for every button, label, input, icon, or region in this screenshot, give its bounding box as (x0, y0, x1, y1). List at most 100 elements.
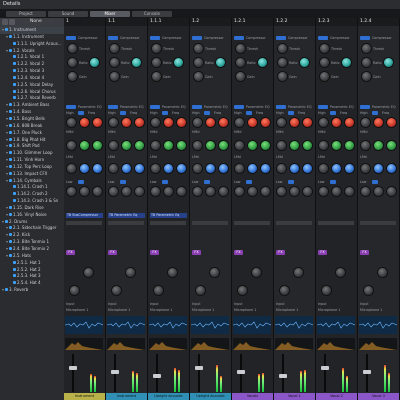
eq-low-freq-knob[interactable] (206, 187, 215, 196)
add-insert-button[interactable] (234, 221, 270, 225)
eq-high-q-knob[interactable] (387, 118, 396, 127)
channel-name[interactable]: Instrument (106, 393, 147, 400)
send-knob[interactable] (126, 268, 135, 277)
eq-lomid-freq-knob[interactable] (164, 164, 173, 173)
comp-ratio-knob[interactable] (236, 58, 245, 67)
sidebar-item[interactable]: ▾ 1.1. Instrument (0, 34, 64, 41)
eq-toggle[interactable] (192, 105, 202, 109)
eq-low-enable[interactable] (78, 180, 84, 184)
volume-fader-handle[interactable] (363, 370, 371, 374)
volume-fader-handle[interactable] (237, 370, 245, 374)
eq-low-enable[interactable] (204, 180, 210, 184)
eq-lomid-q-knob[interactable] (345, 164, 354, 173)
eq-high-q-knob[interactable] (303, 118, 312, 127)
volume-fader-track[interactable] (156, 354, 158, 392)
eq-high-freq-knob[interactable] (374, 118, 383, 127)
comp-ratio-knob[interactable] (278, 58, 287, 67)
comp-mix-knob[interactable] (174, 58, 183, 67)
input-source-select[interactable]: Microphone 1 (192, 308, 214, 312)
eq-himid-gain-knob[interactable] (193, 141, 202, 150)
pan-knob[interactable] (280, 286, 289, 295)
comp-threshold-knob[interactable] (194, 44, 203, 53)
eq-high-q-knob[interactable] (93, 118, 102, 127)
comp-gain-knob[interactable] (236, 72, 245, 81)
eq-himid-q-knob[interactable] (345, 141, 354, 150)
volume-fader-handle[interactable] (69, 366, 77, 370)
eq-low-gain-knob[interactable] (361, 187, 370, 196)
comp-mix-knob[interactable] (342, 58, 351, 67)
compressor-toggle[interactable] (318, 36, 328, 40)
eq-low-q-knob[interactable] (303, 187, 312, 196)
eq-lomid-gain-knob[interactable] (67, 164, 76, 173)
comp-gain-knob[interactable] (152, 72, 161, 81)
eq-low-enable[interactable] (330, 180, 336, 184)
eq-low-enable[interactable] (120, 180, 126, 184)
pan-knob[interactable] (112, 286, 121, 295)
eq-high-freq-knob[interactable] (206, 118, 215, 127)
sidebar-item[interactable]: ▾ 2.2. Kick (0, 232, 64, 239)
channel-name[interactable]: Instrument (64, 393, 105, 400)
volume-fader-handle[interactable] (195, 366, 203, 370)
eq-himid-gain-knob[interactable] (319, 141, 328, 150)
add-insert-button[interactable] (318, 221, 354, 225)
sidebar-item[interactable]: 1.14.1. Crash 1 (0, 184, 64, 191)
volume-fader-handle[interactable] (279, 374, 287, 378)
eq-lomid-q-knob[interactable] (387, 164, 396, 173)
eq-lomid-freq-knob[interactable] (206, 164, 215, 173)
send-knob[interactable] (336, 268, 345, 277)
sidebar-item[interactable]: ▾ 1.16. Vinyl Noise (0, 212, 64, 219)
sidebar-item[interactable]: 1.2.7. Vocal Reverb (0, 95, 64, 102)
eq-toggle[interactable] (150, 105, 160, 109)
tab-console[interactable]: Console (132, 11, 172, 17)
input-source-select[interactable]: Microphone 1 (234, 308, 256, 312)
eq-low-freq-knob[interactable] (248, 187, 257, 196)
send-knob[interactable] (294, 268, 303, 277)
eq-high-freq-knob[interactable] (164, 118, 173, 127)
eq-himid-gain-knob[interactable] (151, 141, 160, 150)
eq-himid-q-knob[interactable] (135, 141, 144, 150)
fx-button[interactable]: FX (192, 250, 201, 255)
sidebar-item[interactable]: ▾ 1.14. Cymbals (0, 178, 64, 185)
sidebar-item[interactable]: 1.2.5. Vocal Delay (0, 82, 64, 89)
comp-threshold-knob[interactable] (68, 44, 77, 53)
comp-threshold-knob[interactable] (236, 44, 245, 53)
eq-lomid-freq-knob[interactable] (374, 164, 383, 173)
comp-gain-knob[interactable] (194, 72, 203, 81)
eq-high-enable[interactable] (288, 111, 294, 115)
tab-project[interactable]: Project (6, 11, 46, 17)
volume-fader-track[interactable] (324, 354, 326, 392)
sidebar-item[interactable]: ▾ 1.5. Bright Bells (0, 116, 64, 123)
comp-gain-knob[interactable] (68, 72, 77, 81)
fx-button[interactable]: FX (360, 250, 369, 255)
send-knob[interactable] (168, 268, 177, 277)
eq-lomid-gain-knob[interactable] (319, 164, 328, 173)
eq-low-q-knob[interactable] (219, 187, 228, 196)
eq-high-enable[interactable] (204, 111, 210, 115)
fx-button[interactable]: FX (108, 250, 117, 255)
pan-knob[interactable] (196, 286, 205, 295)
eq-toggle[interactable] (318, 105, 328, 109)
send-knob[interactable] (210, 268, 219, 277)
pan-knob[interactable] (70, 286, 79, 295)
eq-low-q-knob[interactable] (261, 187, 270, 196)
eq-low-q-knob[interactable] (345, 187, 354, 196)
eq-toggle[interactable] (276, 105, 286, 109)
eq-himid-gain-knob[interactable] (235, 141, 244, 150)
add-insert-button[interactable] (150, 221, 186, 225)
eq-low-gain-knob[interactable] (151, 187, 160, 196)
sidebar-item[interactable]: ▾ 1.13. Impact CFX (0, 171, 64, 178)
eq-low-freq-knob[interactable] (80, 187, 89, 196)
sidebar-item[interactable]: ▾ 2.4. Bite Tonmix 2 (0, 246, 64, 253)
eq-low-freq-knob[interactable] (332, 187, 341, 196)
send-knob[interactable] (84, 268, 93, 277)
sidebar-item[interactable]: 1.14.2. Crash 2 (0, 191, 64, 198)
eq-himid-q-knob[interactable] (219, 141, 228, 150)
volume-fader-track[interactable] (198, 354, 200, 392)
sidebar-item[interactable]: 1.2.2. Vocal 2 (0, 61, 64, 68)
eq-lomid-gain-knob[interactable] (361, 164, 370, 173)
eq-low-q-knob[interactable] (387, 187, 396, 196)
compressor-toggle[interactable] (360, 36, 370, 40)
sidebar-item[interactable]: 1.1.1. Upright Acous... (0, 41, 64, 48)
sidebar-item[interactable]: 1.2.4. Vocal 4 (0, 75, 64, 82)
sidebar-item[interactable]: ▾ 1.15. Dark Rise (0, 205, 64, 212)
